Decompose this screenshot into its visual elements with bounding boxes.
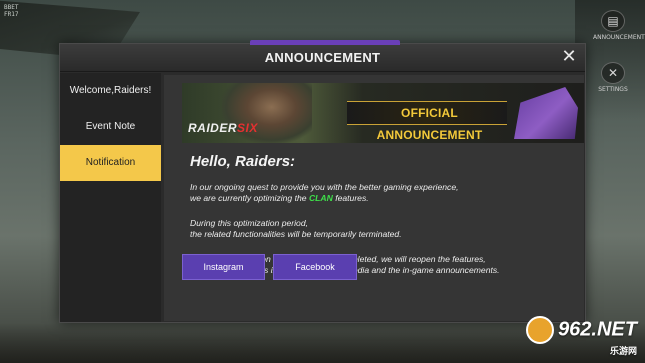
close-icon: ✕: [561, 46, 577, 67]
announcement-banner: RAIDERSIX OFFICIAL ANNOUNCEMENT: [182, 83, 584, 143]
corner-tag-line: FR17: [4, 11, 19, 18]
game-logo-text: RAIDER: [188, 121, 238, 135]
announcement-sidebar: Welcome,Raiders! Event Note Notification: [60, 73, 161, 322]
notice-line: In our ongoing quest to provide you with…: [190, 182, 459, 192]
chat-icon: ▤: [601, 10, 625, 32]
notice-paragraph-1: In our ongoing quest to provide you with…: [190, 182, 570, 204]
watermark-text: 962.NET: [558, 318, 637, 341]
greeting-heading: Hello, Raiders:: [190, 153, 296, 170]
notice-line: During this optimization period,: [190, 218, 308, 228]
dialog-header: ANNOUNCEMENT ✕: [60, 40, 585, 72]
corner-tag: BBET FR17: [4, 4, 18, 18]
notice-text: we are currently optimizing the: [190, 193, 309, 203]
watermark-logo: [525, 316, 554, 344]
notice-text: features.: [332, 193, 369, 203]
watermark-subtext: 乐游网: [609, 346, 637, 356]
corner-tag-line: BBET: [4, 4, 19, 11]
side-button-label: ANNOUNCEMENT: [593, 34, 645, 41]
game-logo-accent: SIX: [237, 121, 258, 135]
tab-notification[interactable]: Notification: [60, 145, 161, 181]
settings-side-button[interactable]: ✕ SETTINGS: [593, 62, 633, 93]
crossed-tools-icon: ✕: [601, 62, 625, 84]
notice-paragraph-2: During this optimization period, the rel…: [190, 218, 570, 240]
announcement-side-button[interactable]: ▤ ANNOUNCEMENT: [593, 10, 645, 41]
notice-line: the related functionalities will be temp…: [190, 229, 402, 239]
announcement-content: RAIDERSIX OFFICIAL ANNOUNCEMENT Hello, R…: [164, 75, 584, 321]
clan-highlight: CLAN: [308, 193, 333, 203]
close-button[interactable]: ✕: [559, 48, 579, 68]
instagram-button[interactable]: Instagram: [182, 254, 265, 280]
announcement-dialog: ANNOUNCEMENT ✕ Welcome,Raiders! Event No…: [59, 40, 586, 323]
banner-crate-image: [514, 87, 578, 139]
banner-headline: OFFICIAL ANNOUNCEMENT: [376, 106, 483, 142]
facebook-button[interactable]: Facebook: [273, 254, 357, 280]
game-logo: RAIDERSIX: [188, 121, 258, 135]
tab-event-note[interactable]: Event Note: [60, 109, 161, 145]
tab-welcome-raiders[interactable]: Welcome,Raiders!: [60, 73, 161, 109]
dialog-title: ANNOUNCEMENT: [264, 50, 381, 65]
site-watermark: 962.NET 乐游网: [525, 316, 637, 357]
notice-line: we are currently optimizing the CLAN fea…: [190, 193, 570, 204]
side-button-label: SETTINGS: [598, 86, 628, 93]
